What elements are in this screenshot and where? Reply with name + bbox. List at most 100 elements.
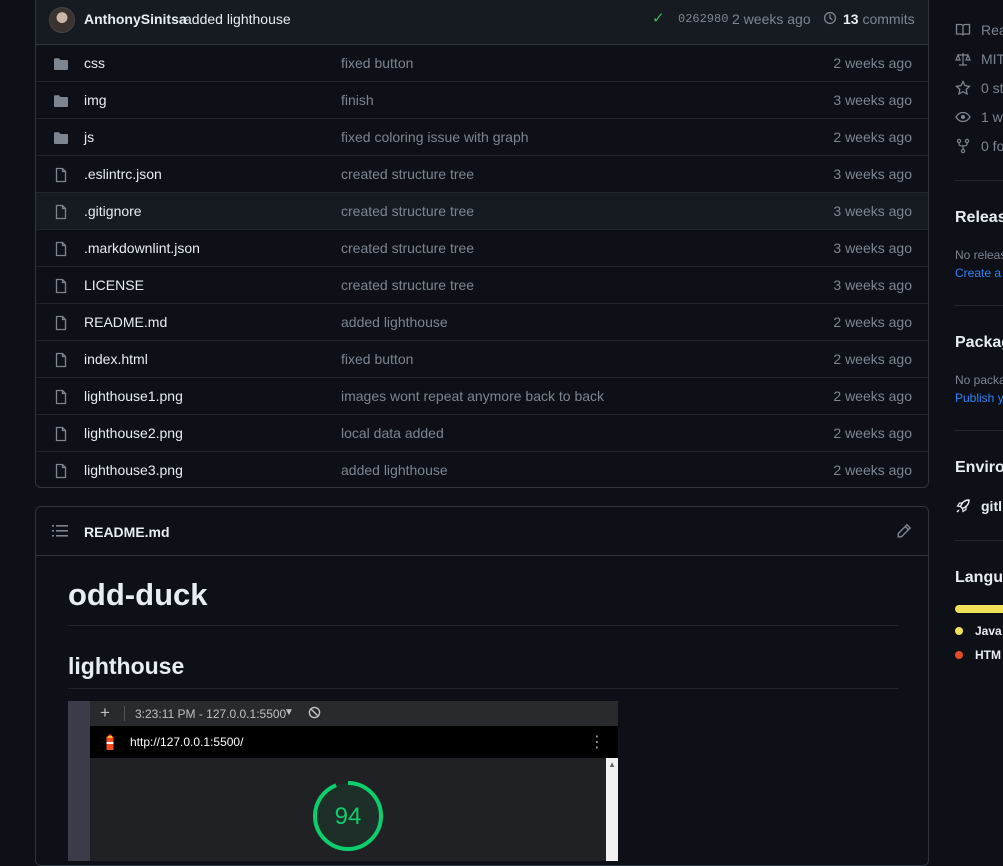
file-age: 3 weeks ago xyxy=(833,240,912,256)
file-row[interactable]: .gitignore created structure tree 3 weeks … xyxy=(36,193,928,230)
file-name[interactable]: js xyxy=(84,129,94,145)
divider xyxy=(955,430,1003,431)
commit-author[interactable]: AnthonySinitsa xyxy=(84,11,187,27)
file-age: 3 weeks ago xyxy=(833,92,912,108)
language-item[interactable]: Java xyxy=(955,624,1002,638)
about-item[interactable]: 0 st xyxy=(955,80,1003,96)
latest-commit-bar: AnthonySinitsa added lighthouse ✓ 026298… xyxy=(36,0,928,45)
file-age: 2 weeks ago xyxy=(833,388,912,404)
file-icon xyxy=(55,167,67,183)
avatar[interactable] xyxy=(49,7,75,33)
create-release-link[interactable]: Create a xyxy=(955,266,1001,280)
file-row[interactable]: LICENSE created structure tree 3 weeks ago xyxy=(36,267,928,304)
environments-heading[interactable]: Environ xyxy=(955,459,1003,477)
file-age: 2 weeks ago xyxy=(833,55,912,71)
releases-empty: No releas xyxy=(955,248,1003,262)
file-name[interactable]: img xyxy=(84,92,107,108)
file-commit-message[interactable]: finish xyxy=(341,92,374,108)
file-age: 2 weeks ago xyxy=(833,129,912,145)
about-item[interactable]: 0 fo xyxy=(955,138,1003,154)
file-commit-message[interactable]: created structure tree xyxy=(341,166,474,182)
file-commit-message[interactable]: fixed coloring issue with graph xyxy=(341,129,529,145)
file-icon xyxy=(55,278,67,294)
commits-link[interactable]: 13 commits xyxy=(843,11,915,27)
file-row[interactable]: lighthouse1.png images wont repeat anymor… xyxy=(36,378,928,415)
lighthouse-screenshot: + 3:23:11 PM - 127.0.0.1:5500 ▼ http://1… xyxy=(68,701,618,861)
packages-heading[interactable]: Packag xyxy=(955,334,1003,352)
readme-heading-2: lighthouse xyxy=(68,653,898,689)
publish-package-link[interactable]: Publish y xyxy=(955,391,1003,405)
file-commit-message[interactable]: images wont repeat anymore back to back xyxy=(341,388,604,404)
language-bar xyxy=(955,605,1003,613)
file-name[interactable]: lighthouse3.png xyxy=(84,462,183,478)
file-name[interactable]: .gitignore xyxy=(84,203,142,219)
file-age: 2 weeks ago xyxy=(833,351,912,367)
readme-box: README.md odd-duck lighthouse + 3:23:11 … xyxy=(35,506,929,866)
screenshot-toolbar: + 3:23:11 PM - 127.0.0.1:5500 ▼ xyxy=(90,701,618,727)
releases-heading[interactable]: Release xyxy=(955,209,1003,227)
divider xyxy=(955,305,1003,306)
file-icon xyxy=(55,241,67,257)
file-row[interactable]: css fixed button 2 weeks ago xyxy=(36,45,928,82)
performance-score: 94 xyxy=(334,803,362,830)
file-commit-message[interactable]: fixed button xyxy=(341,55,413,71)
language-item[interactable]: HTM xyxy=(955,648,1001,662)
block-icon xyxy=(308,706,321,719)
folder-icon xyxy=(54,132,68,144)
file-commit-message[interactable]: added lighthouse xyxy=(341,462,448,478)
file-row[interactable]: img finish 3 weeks ago xyxy=(36,82,928,119)
kebab-menu-icon: ⋮ xyxy=(589,734,605,751)
commit-sha[interactable]: 0262980 xyxy=(678,12,728,26)
file-row[interactable]: README.md added lighthouse 2 weeks ago xyxy=(36,304,928,341)
file-commit-message[interactable]: fixed button xyxy=(341,351,413,367)
about-item[interactable]: 1 w xyxy=(955,109,1003,125)
list-icon[interactable] xyxy=(52,524,68,538)
check-icon[interactable]: ✓ xyxy=(652,9,665,27)
about-item[interactable]: MIT xyxy=(955,51,1003,67)
screenshot-urlbar: http://127.0.0.1:5500/ ⋮ xyxy=(90,726,618,758)
file-name[interactable]: lighthouse2.png xyxy=(84,425,183,441)
audited-url: http://127.0.0.1:5500/ xyxy=(130,735,244,749)
divider xyxy=(955,180,1003,181)
scroll-up-icon: ▲ xyxy=(608,760,616,769)
file-commit-message[interactable]: local data added xyxy=(341,425,444,441)
pencil-icon[interactable] xyxy=(896,523,912,539)
file-row[interactable]: .markdownlint.json created structure tree… xyxy=(36,230,928,267)
language-color-dot xyxy=(955,627,963,635)
history-icon[interactable] xyxy=(823,11,837,25)
book-icon xyxy=(955,23,971,36)
file-commit-message[interactable]: created structure tree xyxy=(341,240,474,256)
file-name[interactable]: LICENSE xyxy=(84,277,144,293)
readme-header: README.md xyxy=(36,507,928,556)
file-name[interactable]: index.html xyxy=(84,351,148,367)
fork-icon xyxy=(956,138,970,154)
file-icon xyxy=(55,204,67,220)
file-list: css fixed button 2 weeks ago img finish 3 wee… xyxy=(36,45,928,487)
file-commit-message[interactable]: added lighthouse xyxy=(341,314,448,330)
language-color-dot xyxy=(955,651,963,659)
folder-icon xyxy=(54,95,68,107)
report-run-time: 3:23:11 PM - 127.0.0.1:5500 xyxy=(135,707,287,721)
commit-message[interactable]: added lighthouse xyxy=(184,11,291,27)
file-commit-message[interactable]: created structure tree xyxy=(341,277,474,293)
file-row[interactable]: lighthouse3.png added lighthouse 2 weeks a… xyxy=(36,452,928,487)
environment-item[interactable]: gitl xyxy=(955,498,1002,514)
file-row[interactable]: .eslintrc.json created structure tree 3 we… xyxy=(36,156,928,193)
about-item[interactable]: Rea xyxy=(955,22,1003,38)
file-name[interactable]: README.md xyxy=(84,314,167,330)
star-icon xyxy=(955,80,971,96)
screenshot-sidebar xyxy=(68,701,90,861)
law-icon xyxy=(955,53,971,66)
readme-title[interactable]: README.md xyxy=(84,524,170,540)
file-commit-message[interactable]: created structure tree xyxy=(341,203,474,219)
file-icon xyxy=(55,315,67,331)
file-name[interactable]: lighthouse1.png xyxy=(84,388,183,404)
file-age: 3 weeks ago xyxy=(833,277,912,293)
file-name[interactable]: css xyxy=(84,55,105,71)
file-name[interactable]: .markdownlint.json xyxy=(84,240,200,256)
file-row[interactable]: index.html fixed button 2 weeks ago xyxy=(36,341,928,378)
file-name[interactable]: .eslintrc.json xyxy=(84,166,162,182)
file-row[interactable]: lighthouse2.png local data added 2 weeks a… xyxy=(36,415,928,452)
folder-icon xyxy=(54,58,68,70)
file-row[interactable]: js fixed coloring issue with graph 2 weeks… xyxy=(36,119,928,156)
